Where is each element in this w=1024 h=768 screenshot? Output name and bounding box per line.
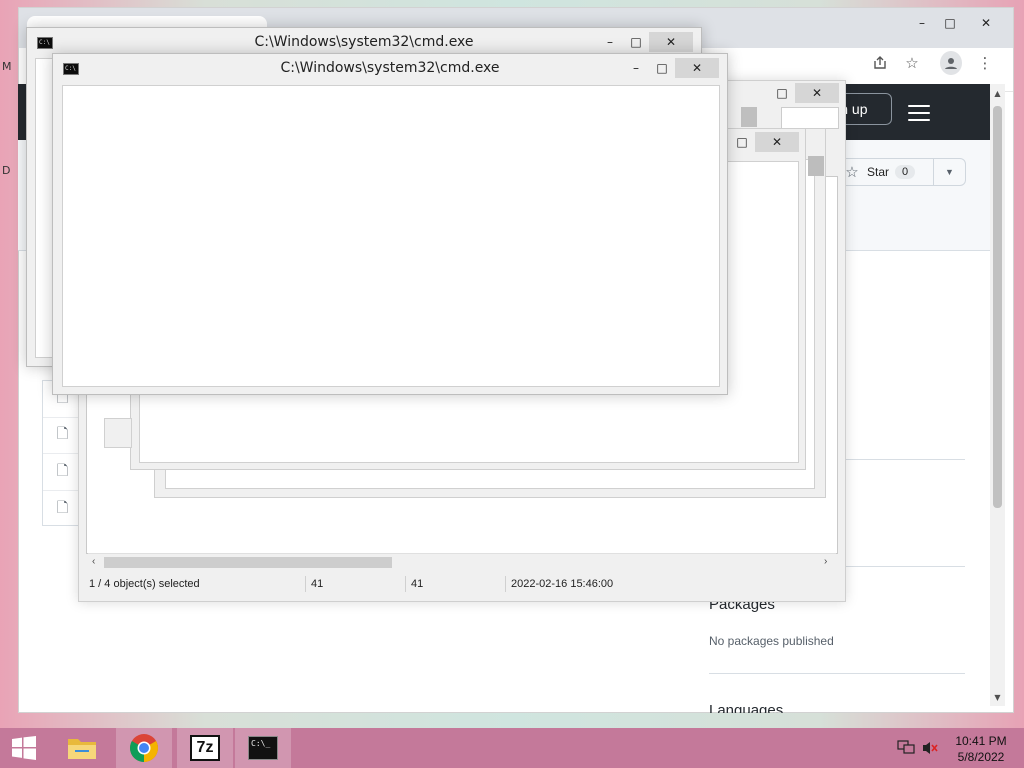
more-menu-icon[interactable]: ⋮: [974, 52, 996, 74]
scrollbar-thumb[interactable]: [104, 557, 392, 568]
star-label: Star: [867, 165, 890, 179]
packages-empty-text: No packages published: [709, 634, 834, 648]
scroll-right-arrow[interactable]: ›: [824, 556, 827, 567]
clock-date: 5/8/2022: [957, 750, 1005, 764]
scrollbar-thumb[interactable]: [993, 106, 1002, 508]
close-button[interactable]: ✕: [755, 132, 799, 152]
hamburger-menu-icon[interactable]: [908, 105, 930, 123]
toolbar-block: [808, 156, 824, 176]
seven-zip-icon: 7z: [190, 735, 220, 761]
close-button[interactable]: ✕: [649, 32, 693, 52]
file-explorer-taskbar-button[interactable]: [54, 728, 110, 768]
start-button[interactable]: [0, 728, 48, 768]
file-icon[interactable]: 🗋: [43, 418, 82, 454]
maximize-button[interactable]: □: [765, 83, 799, 103]
status-bar: 1 / 4 object(s) selected 41 41 2022-02-1…: [79, 574, 845, 596]
maximize-button[interactable]: □: [725, 132, 759, 152]
toolbar-block: [741, 107, 757, 127]
system-clock[interactable]: 10:41 PM 5/8/2022: [945, 733, 1017, 765]
maximize-button[interactable]: □: [645, 58, 679, 78]
close-button[interactable]: ✕: [675, 58, 719, 78]
seven-zip-taskbar-button[interactable]: 7z: [177, 728, 233, 768]
cmd-icon: C:\: [63, 63, 79, 75]
path-field[interactable]: [781, 107, 839, 129]
maximize-button[interactable]: □: [619, 32, 653, 52]
folder-icon: [68, 739, 96, 759]
status-size: 41: [311, 578, 324, 590]
chrome-taskbar-button[interactable]: [116, 728, 172, 768]
share-icon[interactable]: [869, 52, 891, 74]
cmd-window: C:\Windows\system32\cmd.exe C:\ – □ ✕: [52, 53, 728, 395]
sidebar-divider: [709, 673, 965, 674]
file-icon[interactable]: 🗋: [43, 491, 82, 528]
chrome-icon: [130, 734, 158, 762]
close-button[interactable]: ✕: [969, 13, 1003, 33]
languages-heading: Languages: [709, 702, 784, 713]
desktop-icon-label: D: [2, 164, 11, 177]
desktop-icon-label: M: [2, 60, 12, 73]
console-area[interactable]: [62, 85, 720, 387]
file-icon[interactable]: 🗋: [43, 454, 82, 491]
close-button[interactable]: ✕: [795, 83, 839, 103]
cmd-taskbar-button[interactable]: C:\_: [235, 728, 291, 768]
scroll-up-arrow[interactable]: ▲: [990, 86, 1005, 100]
windows-logo-icon: [12, 736, 36, 760]
status-packed-size: 41: [411, 578, 424, 590]
nested-frame: [104, 418, 132, 448]
star-button[interactable]: ☆ Star 0 ▼: [836, 158, 966, 186]
star-count: 0: [895, 165, 916, 179]
cmd-icon: C:\_: [248, 736, 278, 760]
network-icon[interactable]: [897, 739, 915, 758]
list-hscroll[interactable]: ‹ ›: [88, 553, 836, 570]
profile-icon[interactable]: [940, 51, 962, 75]
scroll-down-arrow[interactable]: ▼: [990, 690, 1005, 704]
clock-time: 10:41 PM: [955, 734, 1007, 748]
maximize-button[interactable]: □: [933, 13, 967, 33]
scroll-left-arrow[interactable]: ‹: [92, 556, 95, 567]
file-list: 🗋 🗋 🗋 🗋: [42, 380, 82, 526]
page-scrollbar[interactable]: ▲ ▼: [990, 84, 1005, 706]
status-selected: 1 / 4 object(s) selected: [89, 578, 200, 590]
cmd-icon: C:\: [37, 37, 53, 49]
bookmark-star-icon[interactable]: ☆: [901, 52, 923, 74]
status-modified: 2022-02-16 15:46:00: [511, 578, 614, 590]
caret-down-icon[interactable]: ▼: [933, 159, 965, 185]
volume-muted-icon[interactable]: [921, 740, 939, 759]
